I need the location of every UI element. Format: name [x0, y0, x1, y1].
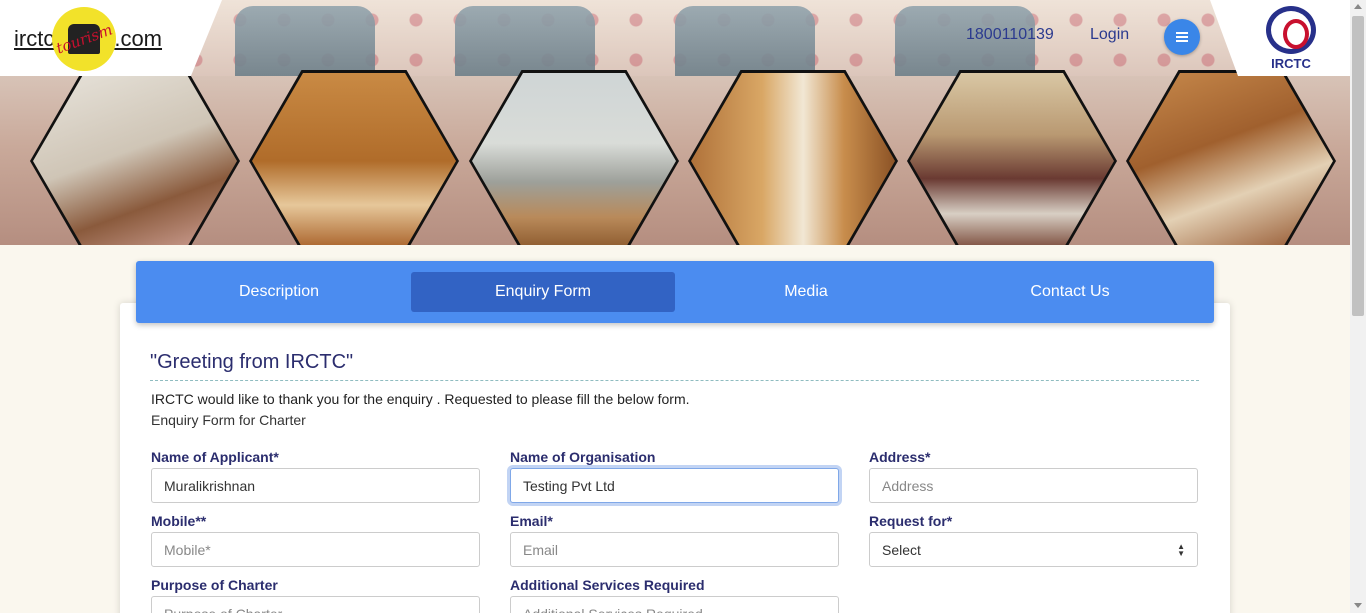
irctc-emblem-icon — [1266, 6, 1316, 54]
irctc-logo-caption: IRCTC — [1271, 56, 1311, 71]
login-link[interactable]: Login — [1090, 26, 1129, 44]
services-label: Additional Services Required — [510, 577, 705, 593]
gallery-image — [688, 70, 898, 245]
email-input[interactable] — [510, 532, 839, 567]
email-label: Email* — [510, 513, 553, 529]
mobile-label: Mobile** — [151, 513, 207, 529]
address-input[interactable] — [869, 468, 1198, 503]
tab-media[interactable]: Media — [674, 272, 938, 312]
tab-contact-us[interactable]: Contact Us — [938, 272, 1202, 312]
organisation-label: Name of Organisation — [510, 449, 656, 465]
coach-window — [455, 6, 595, 76]
tourism-train-icon: tourism — [52, 7, 117, 71]
scroll-up-arrow-icon[interactable] — [1354, 4, 1362, 9]
intro-text: IRCTC would like to thank you for the en… — [151, 391, 690, 407]
purpose-label: Purpose of Charter — [151, 577, 278, 593]
hamburger-menu-icon — [1176, 32, 1188, 42]
gallery-image — [469, 70, 679, 245]
select-arrows-icon: ▲ ▼ — [1177, 541, 1185, 558]
logo-left-text: irctc — [14, 26, 55, 51]
tab-bar: Description Enquiry Form Media Contact U… — [136, 261, 1214, 323]
coach-window — [675, 6, 815, 76]
tab-description[interactable]: Description — [147, 272, 411, 312]
gallery-image — [30, 70, 240, 245]
gallery-image — [249, 70, 459, 245]
logo-right-text: .com — [114, 26, 163, 51]
greeting-heading: "Greeting from IRCTC" — [150, 351, 354, 373]
helpline-number[interactable]: 1800110139 — [966, 26, 1054, 44]
mobile-input[interactable] — [151, 532, 480, 567]
scrollbar-thumb[interactable] — [1352, 16, 1364, 316]
services-input[interactable] — [510, 596, 839, 613]
site-logo[interactable]: irctc tourism .com — [14, 7, 163, 71]
coach-window — [235, 6, 375, 76]
gallery-image — [907, 70, 1117, 245]
tab-enquiry-form[interactable]: Enquiry Form — [411, 272, 675, 312]
request-for-selected: Select — [882, 541, 921, 558]
banner-gallery — [0, 70, 1350, 245]
address-label: Address* — [869, 449, 931, 465]
heading-divider — [150, 380, 1199, 381]
request-for-select[interactable]: Select ▲ ▼ — [869, 532, 1198, 567]
irctc-logo[interactable]: IRCTC — [1262, 6, 1320, 72]
organisation-name-input[interactable] — [510, 468, 839, 503]
request-for-label: Request for* — [869, 513, 953, 529]
applicant-name-input[interactable] — [151, 468, 480, 503]
scroll-down-arrow-icon[interactable] — [1354, 603, 1362, 608]
site-header — [0, 0, 1350, 245]
gallery-image — [1126, 70, 1336, 245]
applicant-label: Name of Applicant* — [151, 449, 279, 465]
form-subtitle: Enquiry Form for Charter — [151, 412, 306, 428]
purpose-input[interactable] — [151, 596, 480, 613]
menu-button[interactable] — [1164, 19, 1200, 55]
